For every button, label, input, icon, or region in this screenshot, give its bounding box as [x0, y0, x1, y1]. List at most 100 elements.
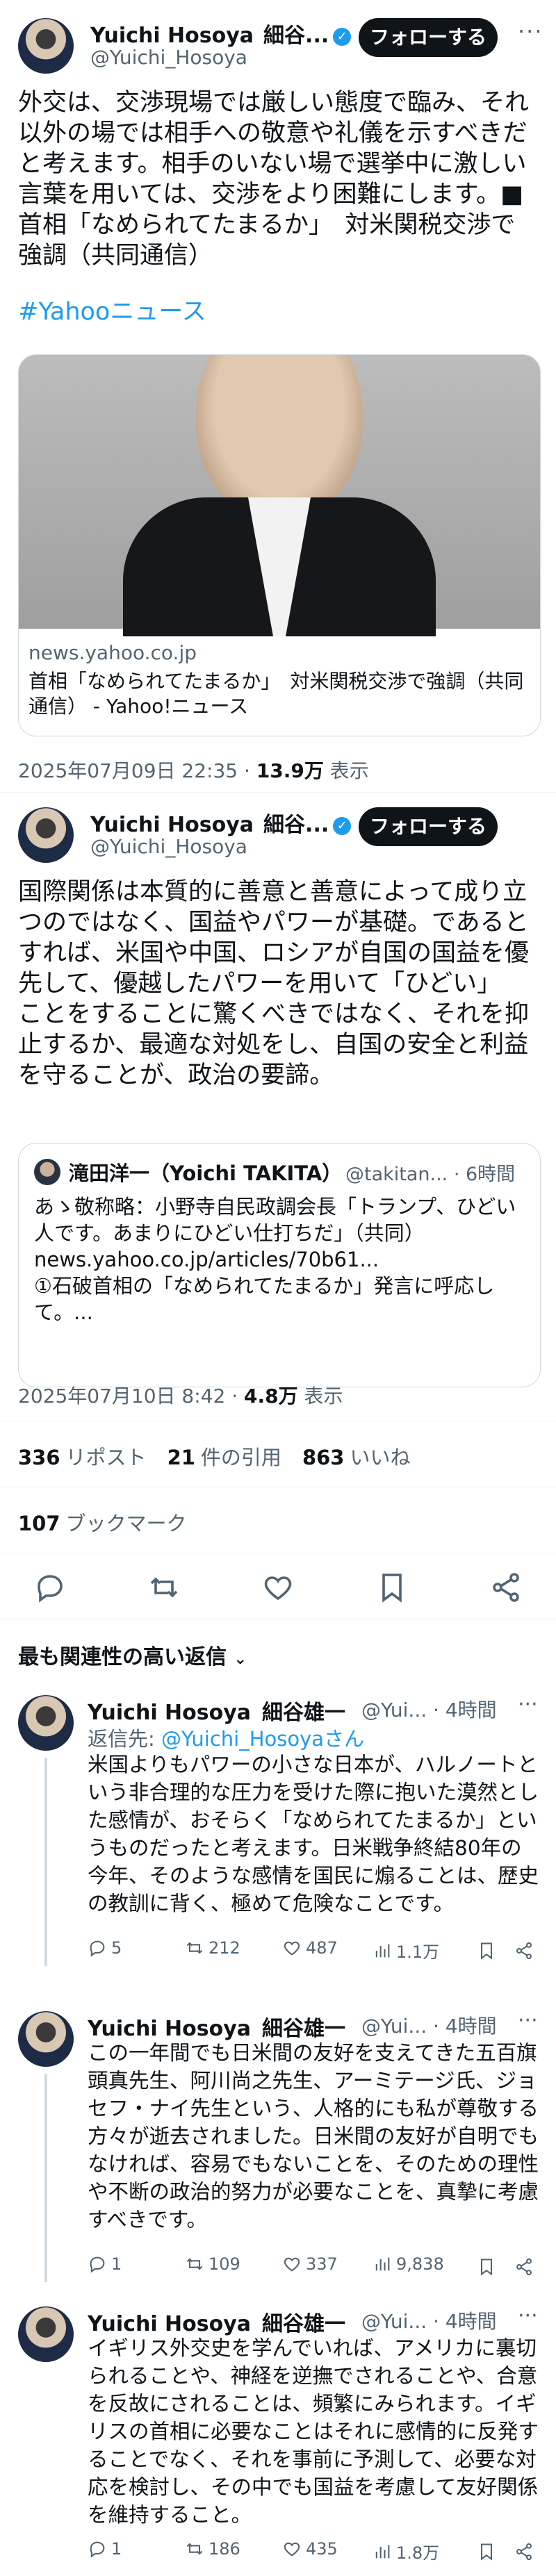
reply-button[interactable]: 5 — [88, 1938, 122, 1958]
verified-badge-icon: ✓ — [333, 816, 352, 835]
views-button[interactable]: 1.8万 — [373, 2539, 439, 2563]
engagement-stats: 336 リポスト 21 件の引用 863 いいね — [18, 1442, 432, 1471]
avatar[interactable] — [18, 18, 74, 74]
reply-to-mention[interactable]: @Yuichi_Hosoyaさん — [161, 1727, 364, 1751]
author-name-jp: 細谷... — [263, 24, 329, 48]
timestamp[interactable]: 2025年07月10日 8:42 · — [18, 1385, 244, 1407]
reply-author-handle[interactable]: @Yui... · 4時間 — [361, 2011, 497, 2039]
author-handle[interactable]: @Yuichi_Hosoya — [90, 46, 247, 69]
tweet-text: 外交は、交渉現場では厳しい態度で臨み、それ以外の場では相手への敬意や礼儀を示すべ… — [18, 89, 530, 270]
reply-icon[interactable] — [33, 1571, 67, 1604]
reply-avatar[interactable] — [18, 2306, 74, 2362]
views-icon — [375, 2545, 390, 2558]
bookmark-icon[interactable] — [477, 2542, 496, 2561]
reply-icon — [90, 2541, 105, 2558]
reply-author-handle[interactable]: @Yui... · 4時間 — [361, 2306, 497, 2334]
card-domain: news.yahoo.co.jp — [28, 641, 197, 664]
reply-text: この一年間でも日米間の友好を支えてきた五百旗頭真先生、阿川尚之先生、アーミテージ… — [88, 2041, 539, 2231]
tweet-meta: 2025年07月09日 22:35 · 13.9万 表示 — [18, 756, 369, 784]
reply-actions: 1 109 337 9,838 — [88, 2254, 539, 2282]
like-icon[interactable] — [261, 1571, 295, 1604]
like-icon — [284, 2257, 300, 2272]
view-label: 表示 — [323, 759, 369, 782]
retweet-icon — [186, 2543, 203, 2555]
share-icon[interactable] — [489, 1571, 523, 1604]
author-name[interactable]: Yuichi Hosoya 細谷... ✓ — [90, 18, 352, 49]
quoted-author-handle: @takitan... · 6時間 — [345, 1164, 516, 1185]
like-icon — [284, 2542, 300, 2557]
like-button[interactable]: 337 — [282, 2254, 338, 2274]
reply-author-name[interactable]: Yuichi Hosoya 細谷雄一 — [88, 2306, 345, 2337]
quoted-avatar — [34, 1159, 60, 1185]
quoted-tweet[interactable]: 滝田洋一（Yoichi TAKITA） @takitan... · 6時間 あゝ… — [18, 1143, 541, 1387]
bookmark-icon[interactable] — [477, 2257, 496, 2277]
reply-sort-dropdown[interactable]: 最も関連性の高い返信 ⌄ — [18, 1640, 247, 1670]
view-count: 4.8万 — [244, 1385, 298, 1407]
link-card[interactable]: news.yahoo.co.jp 首相「なめられてたまるか」 対米関税交渉で強調… — [18, 354, 541, 736]
reply-to: 返信先: @Yuichi_Hosoyaさん — [88, 1727, 365, 1751]
author-name[interactable]: Yuichi Hosoya 細谷... ✓ — [90, 807, 352, 838]
like-button[interactable]: 487 — [282, 1938, 338, 1958]
views-icon — [375, 1944, 390, 1957]
thread-line — [44, 1758, 47, 1966]
reply-author-name[interactable]: Yuichi Hosoya 細谷雄一 — [88, 1695, 345, 1726]
author-handle[interactable]: @Yuichi_Hosoya — [90, 835, 247, 858]
bookmark-stat[interactable]: 107 ブックマーク — [18, 1508, 187, 1537]
author-name-en: Yuichi Hosoya — [90, 24, 254, 48]
card-title: 首相「なめられてたまるか」 対米関税交渉で強調（共同通信） - Yahoo!ニュ… — [28, 670, 524, 718]
share-icon[interactable] — [514, 2542, 534, 2561]
like-icon — [284, 1941, 300, 1956]
bookmark-icon[interactable] — [375, 1571, 409, 1604]
reply-text: イギリス外交史を学んでいれば、アメリカに裏切られることや、神経を逆撫でされること… — [88, 2336, 539, 2527]
more-options-icon[interactable]: ··· — [518, 2304, 538, 2328]
quoted-author-name: 滝田洋一（Yoichi TAKITA） — [69, 1162, 343, 1185]
views-button[interactable]: 1.1万 — [373, 1938, 439, 1963]
reply-actions: 5 212 487 1.1万 — [88, 1938, 539, 1966]
views-icon — [375, 2257, 390, 2271]
chevron-down-icon: ⌄ — [234, 1651, 247, 1668]
more-options-icon[interactable]: ··· — [518, 18, 543, 44]
quoted-text: あゝ敬称略：小野寺自民政調会長「トランプ、ひどい人です。あまりにひどい仕打ちだ」… — [34, 1195, 516, 1324]
tweet-text: 国際関係は本質的に善意と善意によって成り立つのではなく、国益やパワーが基礎。であ… — [18, 878, 530, 1089]
retweet-icon — [186, 1942, 203, 1954]
retweet-stat[interactable]: 336 リポスト — [18, 1446, 147, 1469]
reply-button[interactable]: 1 — [88, 2254, 122, 2274]
tweet-thread: Yuichi Hosoya 細谷... ✓ @Yuichi_Hosoya フォローす… — [0, 0, 556, 2576]
retweet-button[interactable]: 186 — [185, 2539, 240, 2559]
avatar[interactable] — [18, 807, 74, 863]
share-icon[interactable] — [514, 2257, 534, 2277]
hashtag-link[interactable]: #Yahooニュース — [18, 292, 206, 327]
views-button[interactable]: 9,838 — [373, 2254, 444, 2274]
sort-label: 最も関連性の高い返信 — [18, 1645, 227, 1669]
retweet-icon[interactable] — [147, 1571, 181, 1604]
author-name-en: Yuichi Hosoya — [90, 813, 254, 837]
reply-text: 米国よりもパワーの小さな日本が、ハルノートという非合理的な圧力を受けた際に抱いた… — [88, 1753, 539, 1915]
verified-badge-icon: ✓ — [333, 27, 352, 46]
divider — [0, 792, 556, 793]
reply-actions: 1 186 435 1.8万 — [88, 2539, 539, 2567]
like-stat[interactable]: 863 いいね — [302, 1446, 411, 1469]
like-button[interactable]: 435 — [282, 2539, 338, 2559]
reply-icon — [90, 2256, 105, 2273]
share-icon[interactable] — [514, 1941, 534, 1960]
quote-stat[interactable]: 21 件の引用 — [167, 1446, 281, 1469]
reply-avatar[interactable] — [18, 2011, 74, 2067]
reply-button[interactable]: 1 — [88, 2539, 122, 2559]
retweet-button[interactable]: 109 — [185, 2254, 240, 2274]
action-bar — [0, 1560, 556, 1615]
thread-line — [44, 2074, 47, 2282]
tweet-meta: 2025年07月10日 8:42 · 4.8万 表示 — [18, 1381, 343, 1409]
reply-author-name[interactable]: Yuichi Hosoya 細谷雄一 — [88, 2011, 345, 2042]
bookmark-icon[interactable] — [477, 1941, 496, 1960]
reply-author-handle[interactable]: @Yui... · 4時間 — [361, 1695, 497, 1723]
follow-button[interactable]: フォローする — [359, 18, 498, 57]
reply-avatar[interactable] — [18, 1695, 74, 1751]
more-options-icon[interactable]: ··· — [518, 1692, 538, 1717]
timestamp[interactable]: 2025年07月09日 22:35 · — [18, 759, 256, 782]
author-name-jp: 細谷... — [263, 813, 329, 837]
follow-button[interactable]: フォローする — [359, 807, 498, 846]
more-options-icon[interactable]: ··· — [518, 2008, 538, 2033]
card-image — [19, 355, 540, 636]
retweet-button[interactable]: 212 — [185, 1938, 240, 1958]
reply-icon — [90, 1940, 105, 1957]
